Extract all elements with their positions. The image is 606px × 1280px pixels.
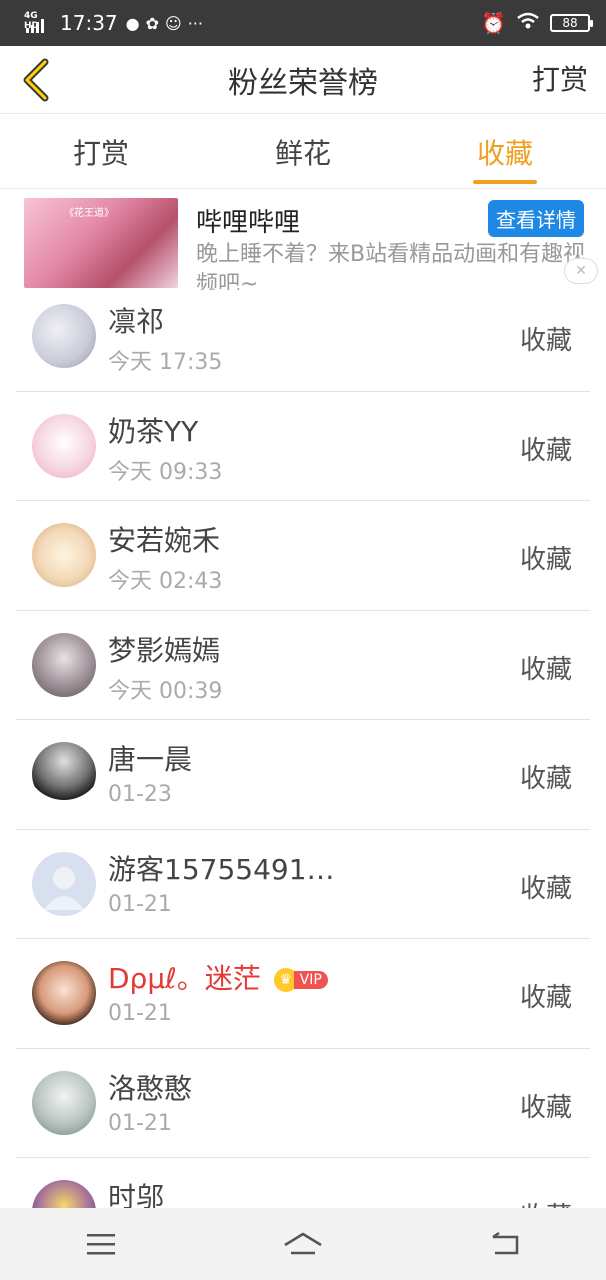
avatar[interactable] (32, 851, 96, 916)
timestamp: 01-23 (108, 782, 172, 807)
ad-close-button[interactable]: ✕ (564, 258, 598, 284)
user-name-text: Dρμℓ。迷茫 (108, 962, 261, 995)
list-item[interactable]: Dρμℓ。迷茫 ♛ VIP 01-21 收藏 (16, 939, 590, 1049)
home-icon (284, 1232, 322, 1255)
list-item[interactable]: 梦影嫣嫣 今天 00:39 收藏 (16, 611, 590, 720)
fan-list: 凛祁 今天 17:35 收藏 奶茶YY 今天 09:33 收藏 安若婉禾 今天 … (0, 282, 606, 1268)
action-label: 收藏 (519, 326, 572, 356)
avatar[interactable] (32, 523, 96, 587)
back-button[interactable] (14, 54, 58, 106)
ad-image-tag: 《花王道》 (64, 208, 114, 219)
chat-bubble-icon: ● (125, 13, 140, 33)
list-item[interactable]: 洛憨憨 01-21 收藏 (16, 1049, 590, 1158)
action-label: 收藏 (519, 873, 572, 904)
user-name: 安若婉禾 (108, 524, 221, 557)
avatar[interactable] (32, 304, 96, 368)
ad-banner[interactable]: 《花王道》 哔哩哔哩 查看详情 晚上睡不着？来B站看精品动画和有趣视频吧~ ✕ (0, 190, 606, 290)
avatar[interactable] (32, 632, 96, 697)
list-item[interactable]: 奶茶YY 今天 09:33 收藏 (16, 392, 590, 501)
timestamp: 今天 17:35 (108, 350, 223, 375)
overflow-icon: ··· (187, 13, 203, 33)
list-item[interactable]: 凛祁 今天 17:35 收藏 (16, 282, 590, 392)
reward-button[interactable]: 打赏 (532, 58, 588, 98)
list-item[interactable]: 唐一晨 01-23 收藏 (16, 720, 590, 830)
timestamp: 今天 09:33 (108, 459, 223, 485)
action-label: 收藏 (519, 983, 572, 1013)
battery-level: 88 (562, 16, 578, 30)
wifi-icon (516, 12, 540, 34)
timestamp: 今天 02:43 (108, 569, 223, 594)
app-header: 粉丝荣誉榜 打赏 (0, 46, 606, 114)
tab-reward[interactable]: 打赏 (0, 115, 202, 188)
vip-badge: ♛ VIP (273, 968, 328, 992)
home-button[interactable] (273, 1224, 333, 1264)
status-bar: 4G HD 17:37 ● ✿ ☺ ··· ⏰ 88 (0, 0, 606, 46)
ad-image: 《花王道》 (24, 198, 178, 288)
action-label: 收藏 (519, 654, 572, 685)
back-icon (492, 1231, 519, 1255)
avatar[interactable] (32, 1070, 96, 1135)
battery-icon: 88 (550, 14, 593, 32)
cat-icon: ☺ (165, 13, 182, 33)
user-name: Dρμℓ。迷茫 ♛ VIP (108, 957, 328, 997)
alarm-icon: ⏰ (481, 11, 506, 35)
timestamp: 01-21 (108, 1110, 172, 1136)
default-user-icon (44, 866, 84, 910)
ad-details-button[interactable]: 查看详情 (488, 200, 584, 237)
timestamp: 01-21 (108, 1001, 172, 1026)
user-name: 洛憨憨 (108, 1071, 193, 1105)
user-name: 凛祁 (108, 305, 165, 338)
signal-icon: 4G HD (24, 11, 52, 35)
vip-label: VIP (293, 971, 328, 989)
pinwheel-icon: ✿ (145, 13, 160, 33)
tab-bar: 打赏 鲜花 收藏 (0, 115, 606, 189)
action-label: 收藏 (519, 435, 572, 466)
menu-button[interactable] (71, 1224, 131, 1264)
ad-title: 哔哩哔哩 (196, 208, 301, 238)
list-item[interactable]: 安若婉禾 今天 02:43 收藏 (16, 501, 590, 611)
avatar[interactable] (32, 742, 96, 806)
user-name: 梦影嫣嫣 (108, 633, 221, 667)
tab-favorites[interactable]: 收藏 (404, 115, 606, 188)
avatar[interactable] (32, 413, 96, 478)
action-label: 收藏 (519, 545, 572, 575)
menu-icon (87, 1234, 115, 1255)
page-title: 粉丝荣誉榜 (228, 65, 378, 101)
action-label: 收藏 (519, 1092, 572, 1123)
chevron-left-icon (23, 58, 49, 102)
user-name: 游客15755491… (108, 852, 335, 886)
action-label: 收藏 (519, 764, 572, 794)
user-name: 奶茶YY (108, 414, 199, 448)
timestamp: 01-21 (108, 891, 172, 917)
tab-flowers[interactable]: 鲜花 (202, 115, 404, 188)
back-nav-button[interactable] (475, 1224, 535, 1264)
system-nav-bar (0, 1208, 606, 1280)
user-name: 唐一晨 (108, 743, 193, 776)
list-item[interactable]: 游客15755491… 01-21 收藏 (16, 830, 590, 939)
avatar[interactable] (32, 961, 96, 1025)
timestamp: 今天 00:39 (108, 678, 223, 704)
status-time: 17:37 (60, 11, 118, 35)
